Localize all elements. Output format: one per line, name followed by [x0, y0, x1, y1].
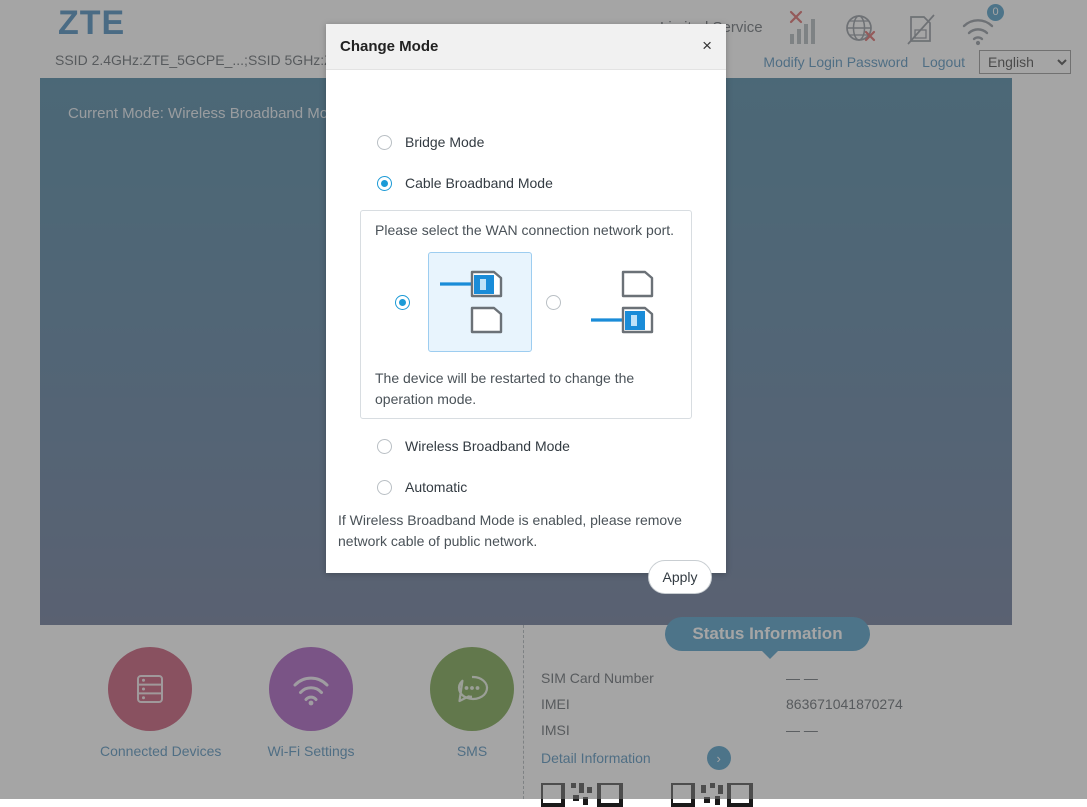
mode-option-label: Cable Broadband Mode	[405, 175, 553, 191]
apply-button[interactable]: Apply	[648, 560, 712, 594]
mode-option-label: Wireless Broadband Mode	[405, 438, 570, 454]
wan-port-option-top[interactable]	[395, 252, 532, 352]
dialog-title: Change Mode	[340, 38, 438, 55]
dialog-note: If Wireless Broadband Mode is enabled, p…	[338, 510, 708, 552]
wan-port-diagram-top[interactable]	[428, 252, 532, 352]
mode-option-bridge[interactable]: Bridge Mode	[377, 134, 484, 150]
radio-button[interactable]	[377, 439, 392, 454]
dialog-body: Bridge Mode Cable Broadband Mode Please …	[326, 70, 726, 573]
mode-option-automatic[interactable]: Automatic	[377, 479, 467, 495]
wan-port-group: Please select the WAN connection network…	[360, 210, 692, 419]
radio-button[interactable]	[377, 480, 392, 495]
mode-option-wireless-broadband[interactable]: Wireless Broadband Mode	[377, 438, 570, 454]
mode-option-cable-broadband[interactable]: Cable Broadband Mode	[377, 175, 553, 191]
wan-port-diagram-bottom[interactable]	[579, 252, 683, 352]
mode-option-label: Bridge Mode	[405, 134, 484, 150]
mode-option-label: Automatic	[405, 479, 467, 495]
radio-button[interactable]	[377, 135, 392, 150]
wan-port-option-bottom[interactable]	[546, 252, 683, 352]
close-icon[interactable]: ×	[702, 36, 712, 56]
radio-button-selected[interactable]	[395, 295, 410, 310]
radio-button-selected[interactable]	[377, 176, 392, 191]
wan-port-title: Please select the WAN connection network…	[375, 222, 674, 238]
change-mode-dialog: Change Mode × Bridge Mode Cable Broadban…	[326, 24, 726, 573]
radio-button[interactable]	[546, 295, 561, 310]
dialog-header: Change Mode ×	[326, 24, 726, 70]
wan-port-note: The device will be restarted to change t…	[375, 368, 675, 410]
